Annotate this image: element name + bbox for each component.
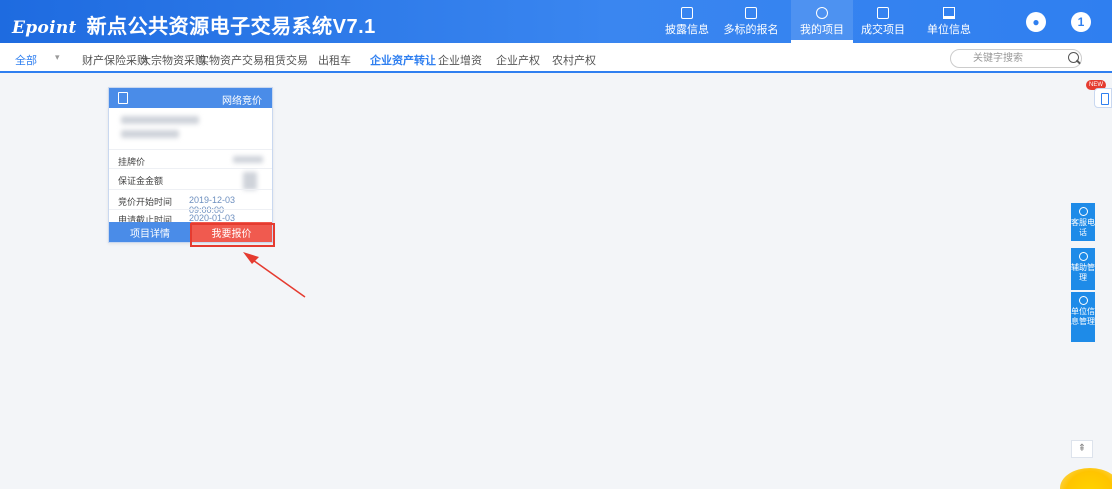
project-detail-button[interactable]: 项目详情 <box>109 222 191 242</box>
arrow-shaft <box>249 257 306 298</box>
app-title: 新点公共资源电子交易系统V7.1 <box>86 16 376 38</box>
annotation-arrow <box>243 252 306 298</box>
nav-multi-bid-registration[interactable]: 多标的报名 <box>720 0 782 43</box>
customer-service-button[interactable]: 客服电话 <box>1071 203 1095 241</box>
document-icon <box>118 92 128 104</box>
nav-disclosure-info[interactable]: 披露信息 <box>656 0 718 43</box>
logo-brand: Epoint <box>12 18 77 38</box>
nav-unit-info[interactable]: 单位信息 <box>918 0 980 43</box>
category-item[interactable]: 实物资产交易 <box>198 52 264 68</box>
scroll-to-top-button[interactable]: ⇞ <box>1071 440 1093 458</box>
wrench-icon <box>1078 252 1088 261</box>
settings-icon <box>1078 296 1088 305</box>
nav-label: 单位信息 <box>927 23 971 36</box>
category-item[interactable]: 出租车 <box>318 52 351 68</box>
unit-info-management-button[interactable]: 单位信息管理 <box>1071 292 1095 342</box>
category-item[interactable]: 财产保险采购 <box>82 52 148 68</box>
nav-my-projects[interactable]: 我的项目 <box>791 0 853 43</box>
mobile-phone-icon[interactable] <box>1094 88 1112 108</box>
side-button-label: 辅助管理 <box>1071 263 1095 282</box>
card-row-bid-start: 竞价开始时间 2019-12-03 09:00:00 <box>118 195 268 215</box>
category-bar: 全部 ▾ 财产保险采购 大宗物资采购 实物资产交易 租赁交易 出租车 企业资产转… <box>0 43 1112 73</box>
row-value: 2019-12-03 09:00:00 <box>189 195 236 215</box>
search-icon[interactable] <box>1067 51 1081 65</box>
stack-icon <box>816 6 828 19</box>
category-item-active[interactable]: 企业资产转让 <box>370 52 436 68</box>
nav-label: 披露信息 <box>665 23 709 36</box>
nav-label: 我的项目 <box>800 23 844 36</box>
blurred-project-name <box>121 116 199 124</box>
row-label: 竞价开始时间 <box>118 197 173 207</box>
nav-label: 成交项目 <box>861 23 905 36</box>
blurred-project-name <box>121 130 179 138</box>
category-item[interactable]: 大宗物资采购 <box>140 52 206 68</box>
divider <box>109 149 272 150</box>
nav-label: 多标的报名 <box>723 23 779 36</box>
side-button-label: 单位信息管理 <box>1071 307 1095 326</box>
speaker-icon <box>681 6 693 19</box>
logo: Epoint 新点公共资源电子交易系统V7.1 <box>12 10 376 39</box>
building-icon <box>943 6 955 19</box>
chevron-down-icon[interactable]: ▾ <box>55 52 60 63</box>
arrow-head <box>243 252 259 264</box>
side-button-label: 客服电话 <box>1071 218 1095 237</box>
user-avatar[interactable]: 1 <box>1071 12 1091 32</box>
row-label: 挂牌价 <box>118 157 146 167</box>
category-all[interactable]: 全部 <box>15 52 37 68</box>
headset-icon <box>1078 207 1088 216</box>
row-label: 保证金金额 <box>118 176 164 186</box>
top-header: Epoint 新点公共资源电子交易系统V7.1 披露信息 多标的报名 我的项目 … <box>0 0 1112 43</box>
card-header: 网络竞价 <box>109 88 272 108</box>
blurred-value <box>243 172 257 190</box>
divider <box>109 209 272 210</box>
notification-bell-icon[interactable]: ● <box>1026 12 1046 32</box>
card-type-label: 网络竞价 <box>222 96 262 107</box>
category-item[interactable]: 租赁交易 <box>264 52 308 68</box>
divider <box>109 189 272 190</box>
floating-assistant-widget[interactable] <box>1060 468 1112 489</box>
speaker-icon <box>745 6 757 19</box>
divider <box>109 168 272 169</box>
document-icon <box>877 6 889 19</box>
nav-closed-projects[interactable]: 成交项目 <box>852 0 914 43</box>
assist-management-button[interactable]: 辅助管理 <box>1071 248 1095 290</box>
category-item[interactable]: 企业产权 <box>496 52 540 68</box>
search-input[interactable]: 关键字搜索 <box>950 49 1082 68</box>
blurred-value <box>233 156 263 163</box>
category-item[interactable]: 企业增资 <box>438 52 482 68</box>
category-item[interactable]: 农村产权 <box>552 52 596 68</box>
quote-button-highlight <box>190 223 275 247</box>
project-card: 网络竞价 挂牌价 保证金金额 竞价开始时间 2019-12-03 09:00:0… <box>108 87 273 243</box>
